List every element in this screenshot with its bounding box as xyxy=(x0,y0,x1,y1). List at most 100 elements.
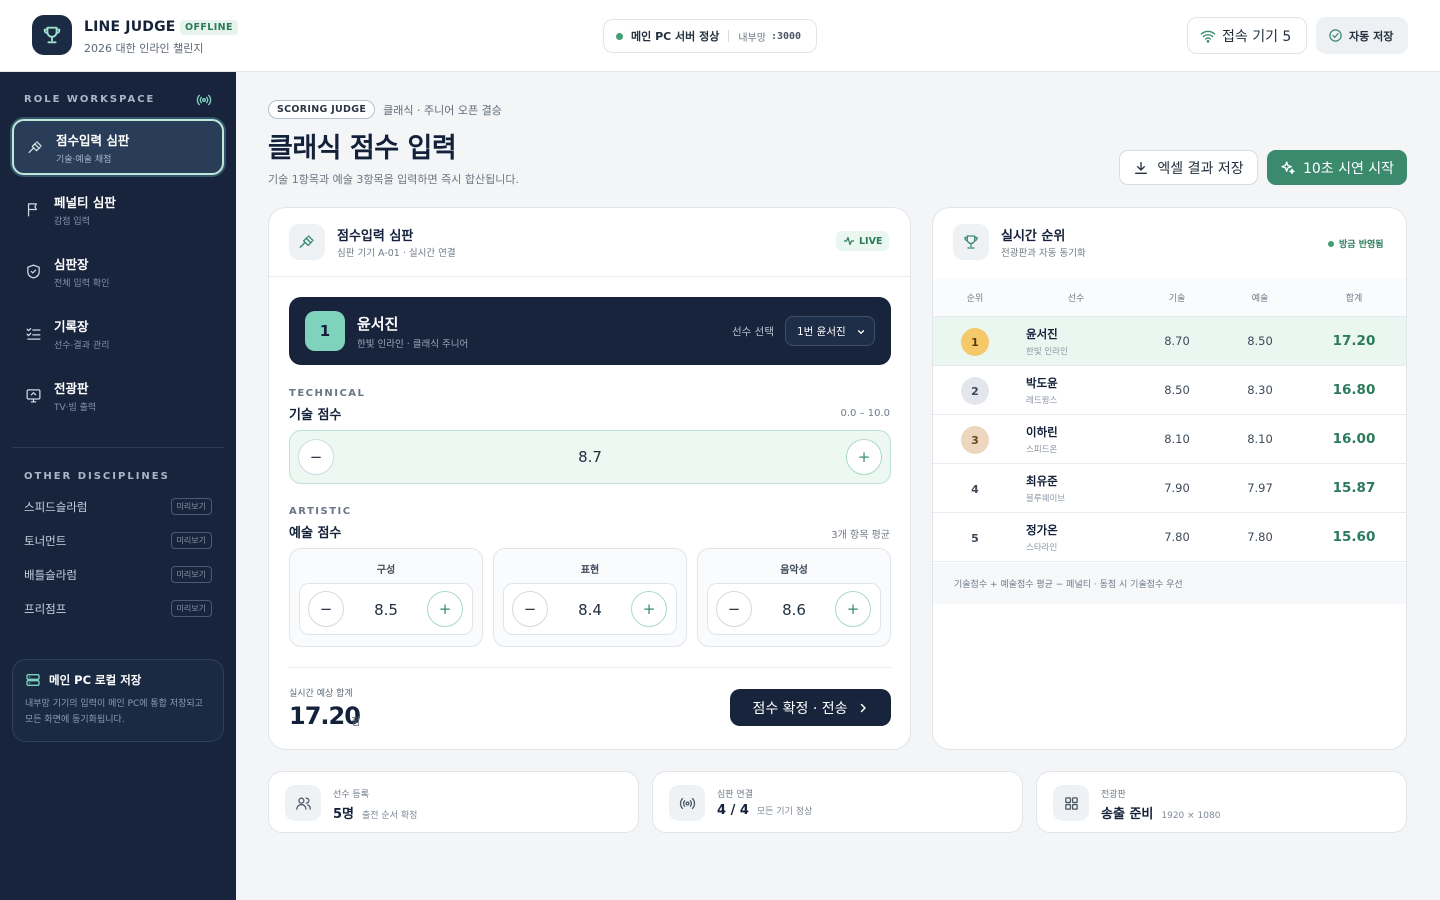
discipline-battle-slalom[interactable]: 배틀슬라럼 미리보기 xyxy=(24,566,212,583)
increment-button[interactable]: + xyxy=(631,591,667,627)
preview-badge: 미리보기 xyxy=(170,600,212,617)
breadcrumb: SCORING JUDGE 클래식 · 주니어 오픈 결승 xyxy=(268,100,502,119)
player-name: 이하린 xyxy=(1026,425,1058,439)
total-value: 17.20 xyxy=(289,702,361,730)
sidebar-item-penalty-judge[interactable]: 페널티 심판 감점 입력 xyxy=(12,181,224,237)
stat-value: 4 / 4 xyxy=(717,803,749,818)
divider xyxy=(289,667,891,668)
player-team: 한빛 인라인 xyxy=(1026,347,1068,357)
server-label: 메인 PC 서버 정상 xyxy=(631,30,720,43)
stat-note: 모든 기기 정상 xyxy=(756,807,813,817)
artistic-stepper: − 8.5 + xyxy=(299,583,473,635)
event-name: 2026 대한 인라인 챌린지 xyxy=(84,42,204,55)
role-sub: 선수·결과 관리 xyxy=(54,340,110,351)
trophy-icon xyxy=(953,224,989,260)
download-icon xyxy=(1133,160,1149,176)
connected-devices-button[interactable]: 접속 기기 5 xyxy=(1187,17,1307,54)
table-row[interactable]: 4 최유준 블루웨이브 7.90 7.97 15.87 xyxy=(933,464,1406,513)
stat-note: 1920 × 1080 xyxy=(1161,811,1221,821)
excel-save-label: 엑셀 결과 저장 xyxy=(1157,160,1244,177)
rank-badge: 1 xyxy=(961,328,989,356)
table-row[interactable]: 3 이하린 스피드온 8.10 8.10 16.00 xyxy=(933,415,1406,464)
offline-badge: OFFLINE xyxy=(180,20,238,35)
artistic-note: 3개 항목 평균 xyxy=(831,530,890,541)
stat-card-scoreboard: 전광판 송출 준비 1920 × 1080 xyxy=(1036,771,1407,833)
network-label: 내부망 xyxy=(738,32,766,44)
total-unit: 점 xyxy=(351,717,361,728)
gavel-icon xyxy=(26,139,44,156)
technical-score-stepper: − 8.7 + xyxy=(289,430,891,484)
total-score: 16.00 xyxy=(1332,431,1376,447)
art-score: 8.10 xyxy=(1247,432,1273,446)
card-title: 점수입력 심판 xyxy=(337,229,414,244)
sidebar-heading: ROLE WORKSPACE xyxy=(24,94,156,105)
tech-score: 8.10 xyxy=(1164,432,1190,446)
technical-range: 0.0 – 10.0 xyxy=(840,408,890,419)
sidebar-item-scoring-judge[interactable]: 점수입력 심판 기술·예술 채점 xyxy=(12,119,224,175)
live-badge: LIVE xyxy=(836,231,890,251)
column-header-tech: 기술 xyxy=(1168,294,1186,304)
role-sub: TV·빔 출력 xyxy=(54,402,97,413)
ranking-footnote: 기술점수 + 예술점수 평균 − 페널티 · 동점 시 기술점수 우선 xyxy=(933,563,1406,604)
server-icon xyxy=(25,672,41,688)
local-title: 메인 PC 로컬 저장 xyxy=(49,673,142,687)
score-input-card: 점수입력 심판 심판 기기 A-01 · 실시간 연결 LIVE 1 윤서진 한… xyxy=(268,207,911,750)
total-score: 16.80 xyxy=(1332,382,1376,398)
status-dot xyxy=(1328,240,1334,247)
live-ranking-card: 실시간 순위 전광판과 자동 동기화 방금 반영됨 순위 선수 기술 예술 합계… xyxy=(932,207,1407,750)
divider xyxy=(269,276,910,277)
sidebar-item-scoreboard[interactable]: 전광판 TV·빔 출력 xyxy=(12,367,224,423)
table-row[interactable]: 2 박도윤 레드윙스 8.50 8.30 16.80 xyxy=(933,366,1406,415)
updated-status: 방금 반영됨 xyxy=(1328,237,1384,250)
check-circle-icon xyxy=(1328,28,1343,43)
role-label: 심판장 xyxy=(54,256,89,272)
total-label: 실시간 예상 합계 xyxy=(289,689,353,699)
autosave-button[interactable]: 자동 저장 xyxy=(1316,17,1408,54)
broadcast-icon xyxy=(669,785,705,821)
card-subtitle: 전광판과 자동 동기화 xyxy=(1001,248,1086,259)
art-score: 8.50 xyxy=(1247,334,1273,348)
column-header-total: 합계 xyxy=(1345,294,1363,304)
sparkle-icon xyxy=(1280,160,1296,176)
live-label: LIVE xyxy=(859,235,883,247)
role-sub: 전체 입력 확인 xyxy=(54,278,110,289)
discipline-label: 스피드슬라럼 xyxy=(24,499,88,514)
excel-save-button[interactable]: 엑셀 결과 저장 xyxy=(1119,150,1258,185)
role-label: 기록장 xyxy=(54,318,89,334)
column-header-art: 예술 xyxy=(1251,294,1269,304)
preview-badge: 미리보기 xyxy=(170,532,212,549)
artistic-item-name: 구성 xyxy=(376,565,396,576)
sidebar-item-head-judge[interactable]: 심판장전체 입력 확인 xyxy=(12,243,224,299)
divider xyxy=(12,447,224,448)
role-label: 페널티 심판 xyxy=(54,194,116,210)
sidebar-item-recorder[interactable]: 기록장선수·결과 관리 xyxy=(12,305,224,361)
discipline-label: 프리점프 xyxy=(24,601,67,616)
discipline-free-jump[interactable]: 프리점프 미리보기 xyxy=(24,600,212,617)
increment-button[interactable]: + xyxy=(835,591,871,627)
card-title: 실시간 순위 xyxy=(1001,229,1066,244)
artistic-item-musicality: 음악성 − 8.6 + xyxy=(697,548,891,647)
page-subtitle: 기술 1항목과 예술 3항목을 입력하면 즉시 합산됩니다. xyxy=(268,173,519,186)
stat-label: 심판 연결 xyxy=(717,790,753,800)
demo-start-button[interactable]: 10초 시연 시작 xyxy=(1267,150,1407,185)
technical-score-value[interactable]: 8.7 xyxy=(290,448,890,466)
artistic-label: 예술 점수 xyxy=(289,526,342,541)
player-select[interactable]: 1번 윤서진 xyxy=(785,316,875,346)
table-row[interactable]: 5 정가온 스타라인 7.80 7.80 15.60 xyxy=(933,513,1406,562)
tech-score: 8.50 xyxy=(1164,383,1190,397)
gavel-icon xyxy=(289,224,325,260)
pulse-icon xyxy=(843,235,855,247)
shield-check-icon xyxy=(24,263,42,280)
player-name: 윤서진 xyxy=(357,315,399,333)
table-row[interactable]: 1 윤서진 한빛 인라인 8.70 8.50 17.20 xyxy=(933,317,1406,366)
increment-button[interactable]: + xyxy=(846,439,882,475)
discipline-label: 토너먼트 xyxy=(24,533,67,548)
artistic-item-name: 음악성 xyxy=(780,565,808,576)
art-score: 8.30 xyxy=(1247,383,1273,397)
flag-icon xyxy=(24,201,42,218)
breadcrumb-text: 클래식 · 주니어 오픈 결승 xyxy=(383,103,502,117)
discipline-speed-slalom[interactable]: 스피드슬라럼 미리보기 xyxy=(24,498,212,515)
discipline-tournament[interactable]: 토너먼트 미리보기 xyxy=(24,532,212,549)
confirm-submit-button[interactable]: 점수 확정 · 전송 xyxy=(730,689,891,726)
increment-button[interactable]: + xyxy=(427,591,463,627)
